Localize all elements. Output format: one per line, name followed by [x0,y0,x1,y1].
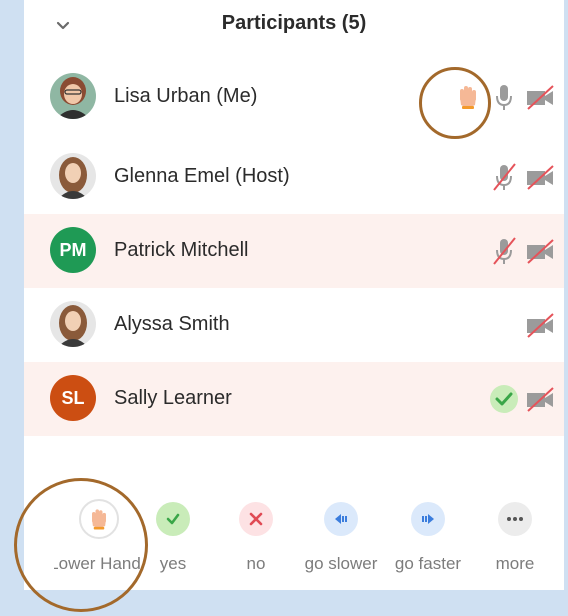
raised-hand-highlight-ring [419,67,491,139]
panel-title: Participants (5) [221,12,367,34]
participant-name: Alyssa Smith [114,313,230,335]
video-off-icon[interactable] [524,309,556,341]
avatar: PM [50,227,96,273]
rewind-icon [324,502,358,536]
participant-status-icons [488,382,556,416]
participant-row[interactable]: SL Sally Learner [24,362,564,436]
check-icon [490,385,518,413]
participant-status-icons [488,160,556,194]
microphone-icon[interactable] [488,81,520,113]
participant-name: Lisa Urban (Me) [114,85,258,107]
participant-name: Sally Learner [114,387,232,409]
reaction-label: go slower [304,554,378,573]
participant-row[interactable]: Alyssa Smith [24,288,564,362]
no-button[interactable]: no [211,490,301,586]
fast-forward-icon [411,502,445,536]
x-icon [239,502,273,536]
reaction-label: go faster [394,554,462,573]
video-off-icon[interactable] [524,383,556,415]
avatar: SL [50,375,96,421]
participant-name: Patrick Mitchell [114,239,249,261]
avatar [50,73,96,119]
reaction-label: no [246,554,266,573]
panel-header: Participants (5) [24,0,564,52]
participant-row[interactable]: PM Patrick Mitchell [24,214,564,288]
video-off-icon[interactable] [524,235,556,267]
go-faster-button[interactable]: go faster [383,490,473,586]
microphone-muted-icon[interactable] [488,235,520,267]
video-off-icon[interactable] [524,161,556,193]
ellipsis-icon [498,502,532,536]
participant-status-icons [488,234,556,268]
more-button[interactable]: more [470,490,560,586]
go-slower-button[interactable]: go slower [296,490,386,586]
participant-status-icons [524,308,556,342]
lower-hand-highlight-ring [14,478,148,612]
video-off-icon[interactable] [524,81,556,113]
avatar [50,301,96,347]
avatar [50,153,96,199]
check-icon [156,502,190,536]
microphone-muted-icon[interactable] [488,161,520,193]
reaction-label: more [495,554,535,573]
participant-row[interactable]: Glenna Emel (Host) [24,140,564,214]
participant-name: Glenna Emel (Host) [114,165,290,187]
